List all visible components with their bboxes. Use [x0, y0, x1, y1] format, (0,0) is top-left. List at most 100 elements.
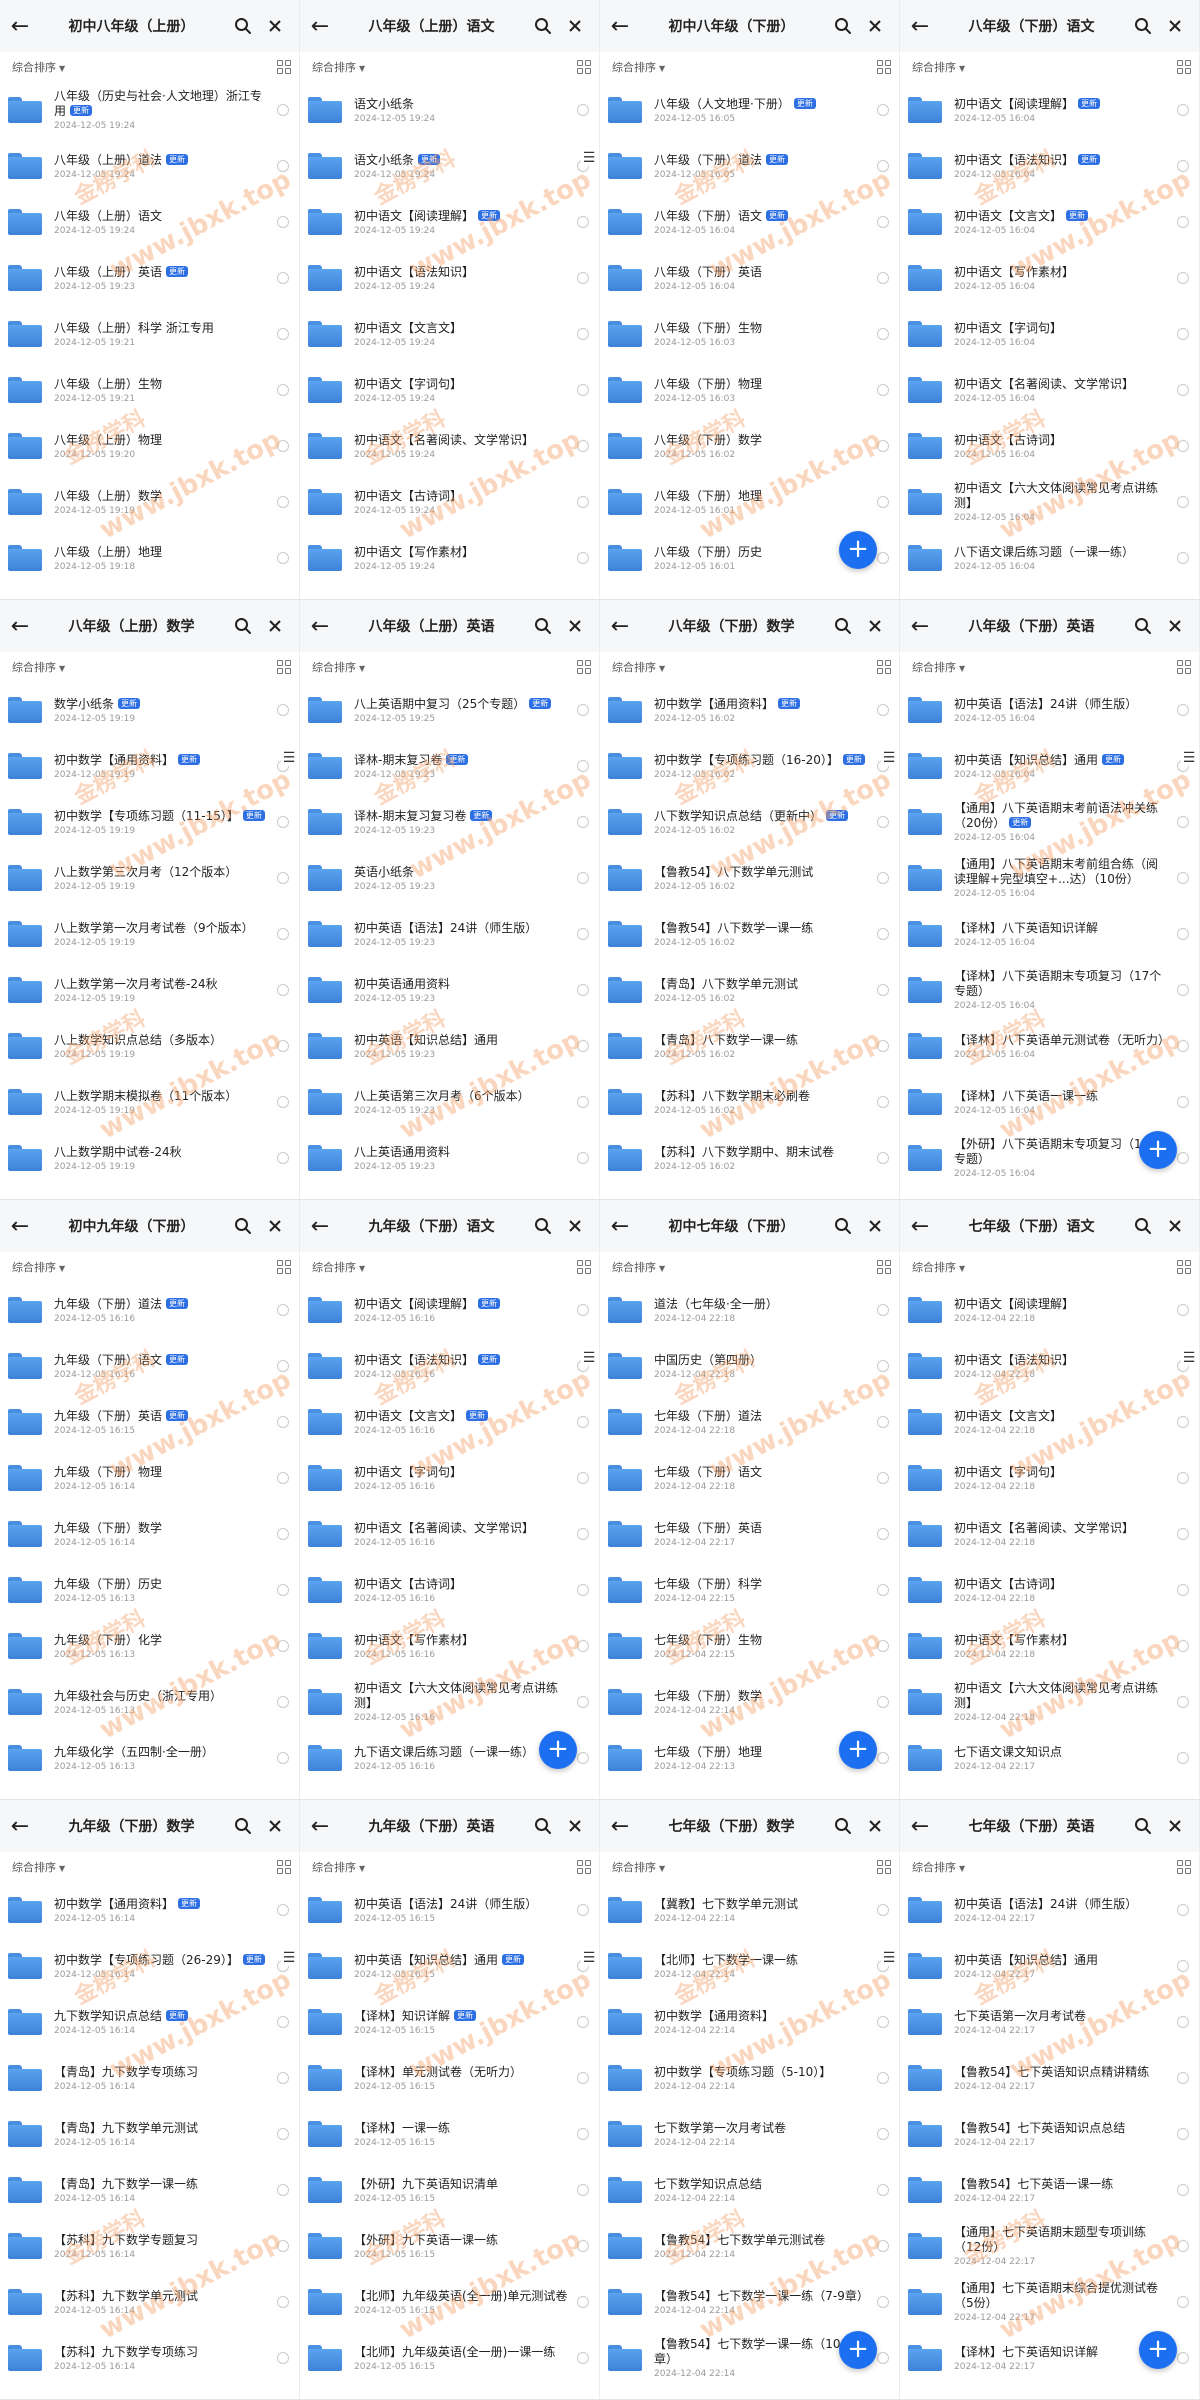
grid-view-icon[interactable] — [877, 1260, 891, 1274]
select-radio[interactable] — [577, 496, 589, 508]
search-icon[interactable] — [527, 8, 559, 44]
select-radio[interactable] — [877, 1752, 889, 1764]
folder-row[interactable]: 九年级（下册）化学 2024-12-05 16:13 — [0, 1618, 299, 1674]
select-radio[interactable] — [277, 1584, 289, 1596]
sort-dropdown[interactable]: 综合排序 ▼ — [12, 1259, 277, 1275]
select-radio[interactable] — [877, 1528, 889, 1540]
folder-row[interactable]: 初中语文【写作素材】 2024-12-05 19:24 — [300, 530, 599, 586]
folder-row[interactable]: 初中语文【写作素材】 2024-12-05 16:04 — [900, 250, 1199, 306]
folder-row[interactable]: 初中英语【知识总结】通用 2024-12-05 19:23 — [300, 1018, 599, 1074]
select-radio[interactable] — [1177, 1640, 1189, 1652]
select-radio[interactable] — [1177, 1696, 1189, 1708]
select-radio[interactable] — [577, 2352, 589, 2364]
folder-row[interactable]: 七下数学第一次月考试卷 2024-12-04 22:14 — [600, 2106, 899, 2162]
folder-row[interactable]: 初中数学【通用资料】 更新 2024-12-05 16:02 — [600, 682, 899, 738]
folder-row[interactable]: 初中语文【语法知识】 2024-12-05 19:24 — [300, 250, 599, 306]
select-radio[interactable] — [877, 2240, 889, 2252]
close-icon[interactable] — [859, 608, 891, 644]
select-radio[interactable] — [1177, 1584, 1189, 1596]
folder-row[interactable]: 八年级（下册）物理 2024-12-05 16:03 — [600, 362, 899, 418]
folder-row[interactable]: 【鲁教54】七下数学单元测试卷 2024-12-04 22:14 — [600, 2218, 899, 2274]
select-radio[interactable] — [1177, 1304, 1189, 1316]
folder-row[interactable]: 八年级（上册）生物 2024-12-05 19:21 — [0, 362, 299, 418]
folder-row[interactable]: 【译林】八下英语一课一练 2024-12-05 16:04 — [900, 1074, 1199, 1130]
select-radio[interactable] — [1177, 704, 1189, 716]
folder-row[interactable]: 【鲁教54】七下英语知识点总结 2024-12-04 22:17 — [900, 2106, 1199, 2162]
folder-row[interactable]: 【通用】七下英语期末题型专项训练（12份） 2024-12-04 22:17 — [900, 2218, 1199, 2274]
sort-dropdown[interactable]: 综合排序 ▼ — [912, 1259, 1177, 1275]
add-fab-button[interactable]: + — [839, 1731, 877, 1769]
folder-row[interactable]: 初中语文【古诗词】 2024-12-05 19:24 — [300, 474, 599, 530]
folder-row[interactable]: 初中语文【阅读理解】 2024-12-04 22:18 — [900, 1282, 1199, 1338]
folder-row[interactable]: 八上英语通用资料 2024-12-05 19:23 — [300, 1130, 599, 1186]
folder-row[interactable]: 【译林】知识详解 更新 2024-12-05 16:15 — [300, 1994, 599, 2050]
select-radio[interactable] — [877, 1904, 889, 1916]
select-radio[interactable] — [577, 816, 589, 828]
select-radio[interactable] — [277, 2072, 289, 2084]
select-radio[interactable] — [877, 2128, 889, 2140]
folder-row[interactable]: 【通用】七下英语期末综合提优测试卷（5份） 2024-12-04 22:17 — [900, 2274, 1199, 2330]
select-radio[interactable] — [277, 2352, 289, 2364]
folder-row[interactable]: 初中语文【名著阅读、文学常识】 2024-12-04 22:18 — [900, 1506, 1199, 1562]
folder-row[interactable]: 八上数学期末模拟卷（11个版本） 2024-12-05 19:19 — [0, 1074, 299, 1130]
select-radio[interactable] — [1177, 2016, 1189, 2028]
select-radio[interactable] — [1177, 1416, 1189, 1428]
select-radio[interactable] — [877, 216, 889, 228]
folder-row[interactable]: 初中数学【专项练习题（16-20）】 更新 2024-12-05 16:02 — [600, 738, 899, 794]
folder-row[interactable]: 初中语文【字词句】 2024-12-04 22:18 — [900, 1450, 1199, 1506]
grid-view-icon[interactable] — [1177, 1260, 1191, 1274]
select-radio[interactable] — [277, 104, 289, 116]
folder-row[interactable]: 初中英语【知识总结】通用 2024-12-04 22:17 — [900, 1938, 1199, 1994]
select-radio[interactable] — [277, 272, 289, 284]
back-arrow-icon[interactable]: ← — [604, 608, 636, 644]
select-radio[interactable] — [277, 1040, 289, 1052]
search-icon[interactable] — [1127, 1208, 1159, 1244]
select-radio[interactable] — [877, 928, 889, 940]
close-icon[interactable] — [859, 8, 891, 44]
folder-row[interactable]: 八年级（上册）地理 2024-12-05 19:18 — [0, 530, 299, 586]
search-icon[interactable] — [1127, 608, 1159, 644]
folder-row[interactable]: 【译林】八下英语期末专项复习（17个专题） 2024-12-05 16:04 — [900, 962, 1199, 1018]
select-radio[interactable] — [1177, 272, 1189, 284]
select-radio[interactable] — [277, 328, 289, 340]
select-radio[interactable] — [277, 1752, 289, 1764]
select-radio[interactable] — [877, 104, 889, 116]
folder-row[interactable]: 初中英语通用资料 2024-12-05 19:23 — [300, 962, 599, 1018]
select-radio[interactable] — [877, 272, 889, 284]
folder-row[interactable]: 初中英语【语法】24讲（师生版） 2024-12-04 22:17 — [900, 1882, 1199, 1938]
folder-row[interactable]: 【青岛】八下数学一课一练 2024-12-05 16:02 — [600, 1018, 899, 1074]
grid-view-icon[interactable] — [1177, 60, 1191, 74]
folder-row[interactable]: 【苏科】八下数学期中、期末试卷 2024-12-05 16:02 — [600, 1130, 899, 1186]
select-radio[interactable] — [877, 1040, 889, 1052]
select-radio[interactable] — [577, 272, 589, 284]
select-radio[interactable] — [277, 384, 289, 396]
menu-icon[interactable]: ☰ — [881, 750, 897, 766]
menu-icon[interactable]: ☰ — [581, 1350, 597, 1366]
sort-dropdown[interactable]: 综合排序 ▼ — [312, 1859, 577, 1875]
folder-row[interactable]: 初中语文【名著阅读、文学常识】 2024-12-05 19:24 — [300, 418, 599, 474]
search-icon[interactable] — [227, 1208, 259, 1244]
folder-row[interactable]: 八年级（人文地理·下册） 更新 2024-12-05 16:05 — [600, 82, 899, 138]
select-radio[interactable] — [1177, 552, 1189, 564]
folder-row[interactable]: 【苏科】九下数学专题复习 2024-12-05 16:14 — [0, 2218, 299, 2274]
sort-dropdown[interactable]: 综合排序 ▼ — [12, 59, 277, 75]
select-radio[interactable] — [877, 1096, 889, 1108]
select-radio[interactable] — [877, 440, 889, 452]
folder-row[interactable]: 八下数学知识点总结（更新中） 更新 2024-12-05 16:02 — [600, 794, 899, 850]
folder-row[interactable]: 【北师】九年级英语(全一册)单元测试卷 2024-12-05 16:15 — [300, 2274, 599, 2330]
folder-row[interactable]: 【译林】八下英语知识详解 2024-12-05 16:04 — [900, 906, 1199, 962]
grid-view-icon[interactable] — [877, 60, 891, 74]
back-arrow-icon[interactable]: ← — [4, 1208, 36, 1244]
folder-row[interactable]: 初中语文【语法知识】 更新 2024-12-05 16:04 — [900, 138, 1199, 194]
select-radio[interactable] — [877, 1360, 889, 1372]
select-radio[interactable] — [277, 2016, 289, 2028]
close-icon[interactable] — [559, 608, 591, 644]
folder-row[interactable]: 初中数学【专项练习题（26-29）】 更新 2024-12-05 16:14 — [0, 1938, 299, 1994]
folder-row[interactable]: 九年级化学（五四制·全一册） 2024-12-05 16:13 — [0, 1730, 299, 1786]
folder-row[interactable]: 九年级（下册）历史 2024-12-05 16:13 — [0, 1562, 299, 1618]
folder-row[interactable]: 【苏科】九下数学单元测试 2024-12-05 16:14 — [0, 2274, 299, 2330]
select-radio[interactable] — [277, 1528, 289, 1540]
folder-row[interactable]: 八年级（下册）语文 更新 2024-12-05 16:04 — [600, 194, 899, 250]
menu-icon[interactable]: ☰ — [1181, 750, 1197, 766]
select-radio[interactable] — [277, 928, 289, 940]
